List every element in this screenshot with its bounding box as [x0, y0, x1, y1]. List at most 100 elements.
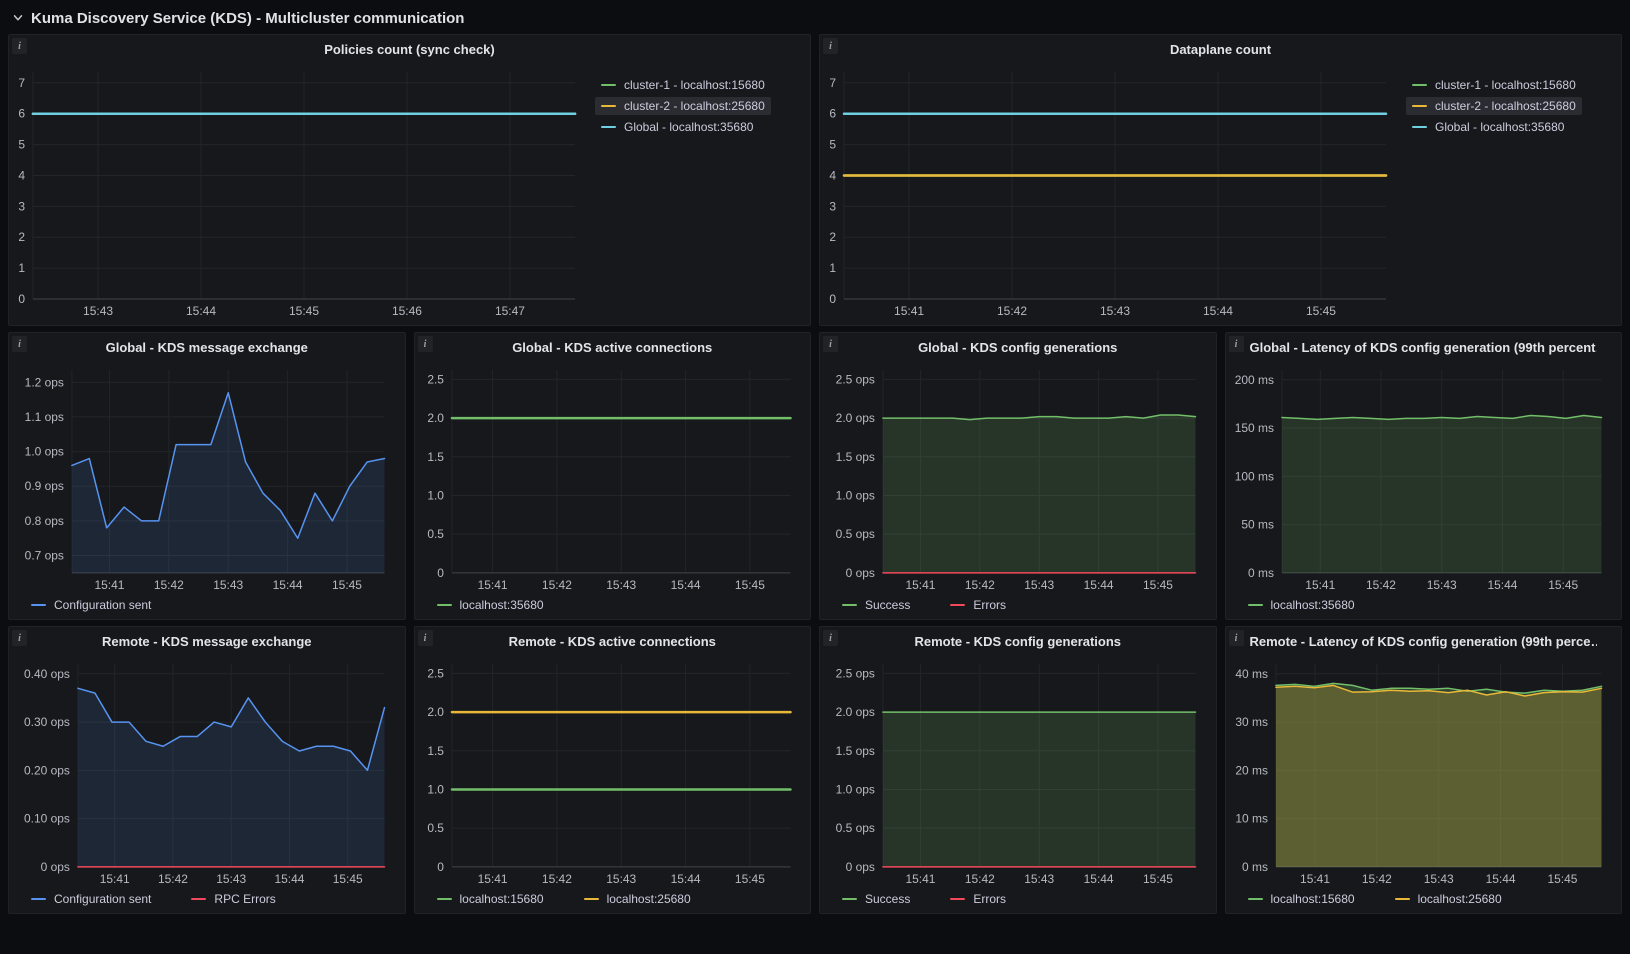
x-tick-label: 15:44: [186, 304, 216, 318]
panel-info-icon[interactable]: i: [12, 336, 27, 352]
grid-lines: [451, 664, 790, 867]
series-fill-configuration-sent: [72, 393, 385, 573]
legend-item[interactable]: RPC Errors: [185, 890, 281, 908]
y-tick-label: 1.5 ops: [836, 744, 875, 758]
x-tick-label: 15:42: [158, 872, 188, 886]
y-tick-label: 20 ms: [1235, 763, 1268, 777]
panel-title[interactable]: Policies count (sync check): [33, 40, 786, 60]
legend-series-dash-icon: [601, 105, 616, 107]
dashboard-row-header[interactable]: Kuma Discovery Service (KDS) - Multiclus…: [8, 2, 1622, 34]
panel-title[interactable]: Remote - KDS config generations: [844, 632, 1192, 652]
legend-item[interactable]: Global - localhost:35680: [595, 118, 759, 136]
x-tick-label: 15:45: [333, 872, 363, 886]
legend-item[interactable]: localhost:35680: [1242, 596, 1361, 614]
legend-item[interactable]: Errors: [944, 890, 1012, 908]
legend-series-dash-icon: [1395, 898, 1410, 900]
panel-info-icon[interactable]: i: [1229, 336, 1244, 352]
legend-item[interactable]: localhost:15680: [431, 890, 550, 908]
legend-item[interactable]: Configuration sent: [25, 596, 157, 614]
panel-info-icon[interactable]: i: [823, 336, 838, 352]
panel-grid: i Policies count (sync check) 0123456715:4…: [8, 34, 1622, 914]
legend-label: localhost:35680: [1271, 598, 1355, 612]
y-tick-label: 0.10 ops: [24, 812, 70, 826]
panel-info-icon[interactable]: i: [1229, 630, 1244, 646]
chart-area[interactable]: 0 ms10 ms20 ms30 ms40 ms15:4115:4215:431…: [1230, 654, 1614, 889]
legend-item[interactable]: Configuration sent: [25, 890, 157, 908]
legend-item[interactable]: Errors: [944, 596, 1012, 614]
chart-canvas[interactable]: 0 ms50 ms100 ms150 ms200 ms15:4115:4215:…: [1230, 360, 1614, 595]
panel-info-icon[interactable]: i: [418, 630, 433, 646]
legend-item[interactable]: localhost:25680: [578, 890, 697, 908]
legend-item[interactable]: localhost:15680: [1242, 890, 1361, 908]
chart-area[interactable]: 0.7 ops0.8 ops0.9 ops1.0 ops1.1 ops1.2 o…: [13, 360, 397, 595]
legend: cluster-1 - localhost:15680 cluster-2 - l…: [587, 62, 802, 321]
x-tick-label: 15:45: [1306, 304, 1336, 318]
legend-label: Global - localhost:35680: [1435, 120, 1564, 134]
legend: Configuration sent RPC Errors: [13, 889, 397, 909]
panel-info-icon[interactable]: i: [823, 630, 838, 646]
legend-item[interactable]: cluster-2 - localhost:25680: [1406, 97, 1582, 115]
chart-canvas[interactable]: 0 ops0.5 ops1.0 ops1.5 ops2.0 ops2.5 ops…: [824, 360, 1208, 595]
chart-canvas[interactable]: 0 ops0.5 ops1.0 ops1.5 ops2.0 ops2.5 ops…: [824, 654, 1208, 889]
chart-canvas[interactable]: 00.51.01.52.02.515:4115:4215:4315:4415:4…: [419, 654, 803, 889]
legend-item[interactable]: cluster-2 - localhost:25680: [595, 97, 771, 115]
chart-area[interactable]: 0 ops0.5 ops1.0 ops1.5 ops2.0 ops2.5 ops…: [824, 654, 1208, 889]
panel-title[interactable]: Global - KDS active connections: [439, 338, 787, 358]
panel-info-icon[interactable]: i: [12, 38, 27, 54]
x-tick-label: 15:43: [606, 872, 636, 886]
panel-title[interactable]: Remote - KDS message exchange: [33, 632, 381, 652]
y-tick-label: 3: [829, 199, 836, 213]
legend-item[interactable]: Global - localhost:35680: [1406, 118, 1570, 136]
legend-label: cluster-2 - localhost:25680: [1435, 99, 1576, 113]
chart-canvas[interactable]: 0.7 ops0.8 ops0.9 ops1.0 ops1.1 ops1.2 o…: [13, 360, 397, 595]
panel-info-icon[interactable]: i: [12, 630, 27, 646]
y-tick-label: 1.0: [427, 488, 444, 502]
panel-title[interactable]: Remote - Latency of KDS config generatio…: [1250, 632, 1598, 652]
y-tick-label: 3: [18, 199, 25, 213]
chevron-down-icon[interactable]: [12, 12, 24, 24]
legend-label: Configuration sent: [54, 598, 151, 612]
panel-title[interactable]: Dataplane count: [844, 40, 1597, 60]
chart-canvas[interactable]: 0 ops0.10 ops0.20 ops0.30 ops0.40 ops15:…: [13, 654, 397, 889]
series-fill-success: [883, 415, 1196, 573]
panel-title[interactable]: Remote - KDS active connections: [439, 632, 787, 652]
y-tick-label: 0.20 ops: [24, 763, 70, 777]
chart-area[interactable]: 0 ops0.5 ops1.0 ops1.5 ops2.0 ops2.5 ops…: [824, 360, 1208, 595]
y-tick-label: 0 ops: [846, 566, 875, 580]
y-tick-label: 100 ms: [1234, 469, 1273, 483]
x-tick-label: 15:43: [1426, 578, 1456, 592]
chart-area[interactable]: 00.51.01.52.02.515:4115:4215:4315:4415:4…: [419, 360, 803, 595]
panel-title[interactable]: Global - Latency of KDS config generatio…: [1250, 338, 1598, 358]
legend-series-dash-icon: [950, 604, 965, 606]
legend-item[interactable]: Success: [836, 596, 916, 614]
x-tick-label: 15:47: [495, 304, 525, 318]
legend-item[interactable]: cluster-1 - localhost:15680: [595, 76, 771, 94]
panel-title[interactable]: Global - KDS message exchange: [33, 338, 381, 358]
chart-area[interactable]: 0123456715:4115:4215:4315:4415:45: [824, 62, 1398, 321]
legend-item[interactable]: localhost:35680: [431, 596, 550, 614]
chart-area[interactable]: 00.51.01.52.02.515:4115:4215:4315:4415:4…: [419, 654, 803, 889]
chart-canvas[interactable]: 0 ms10 ms20 ms30 ms40 ms15:4115:4215:431…: [1230, 654, 1614, 889]
row-title[interactable]: Kuma Discovery Service (KDS) - Multiclus…: [31, 10, 464, 27]
panel-global-kds-message-exchange: i Global - KDS message exchange0.7 ops0.8…: [8, 332, 406, 620]
chart-canvas[interactable]: 0123456715:4115:4215:4315:4415:45: [824, 62, 1398, 321]
x-tick-label: 15:41: [905, 872, 935, 886]
chart-canvas[interactable]: 0123456715:4315:4415:4515:4615:47: [13, 62, 587, 321]
chart-area[interactable]: 0 ms50 ms100 ms150 ms200 ms15:4115:4215:…: [1230, 360, 1614, 595]
y-tick-label: 0.5: [427, 821, 444, 835]
legend-item[interactable]: cluster-1 - localhost:15680: [1406, 76, 1582, 94]
panel-info-icon[interactable]: i: [418, 336, 433, 352]
y-tick-label: 0.40 ops: [24, 667, 70, 681]
chart-area[interactable]: 0 ops0.10 ops0.20 ops0.30 ops0.40 ops15:…: [13, 654, 397, 889]
y-tick-label: 30 ms: [1235, 715, 1268, 729]
chart-canvas[interactable]: 00.51.01.52.02.515:4115:4215:4315:4415:4…: [419, 360, 803, 595]
legend-item[interactable]: localhost:25680: [1389, 890, 1508, 908]
y-tick-label: 0: [829, 292, 836, 306]
panel-title[interactable]: Global - KDS config generations: [844, 338, 1192, 358]
legend-item[interactable]: Success: [836, 890, 916, 908]
x-tick-label: 15:42: [541, 578, 571, 592]
chart-area[interactable]: 0123456715:4315:4415:4515:4615:47: [13, 62, 587, 321]
legend-label: localhost:15680: [460, 892, 544, 906]
x-tick-label: 15:43: [1024, 578, 1054, 592]
panel-info-icon[interactable]: i: [823, 38, 838, 54]
